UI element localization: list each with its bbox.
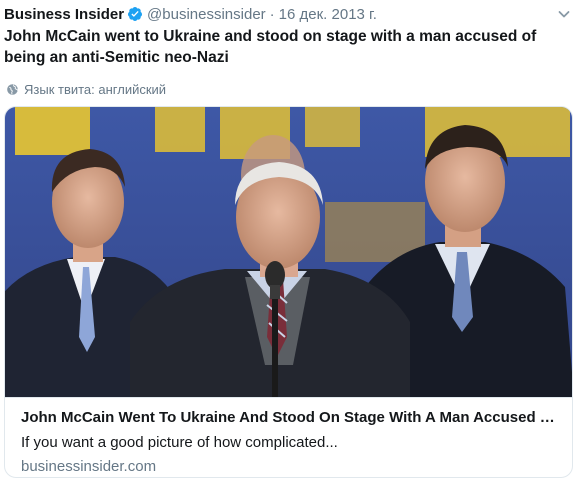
card-title[interactable]: John McCain Went To Ukraine And Stood On… (21, 408, 558, 428)
tweet-header: Business Insider @businessinsider · 16 д… (4, 4, 574, 24)
card-domain[interactable]: businessinsider.com (21, 457, 558, 477)
language-label: Язык твита: английский (24, 81, 167, 97)
card-description: If you want a good picture of how compli… (21, 434, 338, 451)
article-photo[interactable] (5, 107, 573, 397)
card-body[interactable]: John McCain Went To Ukraine And Stood On… (5, 397, 572, 477)
chevron-down-icon[interactable] (556, 6, 572, 22)
verified-badge-icon (128, 7, 143, 21)
tweet-date[interactable]: 16 дек. 2013 г. (279, 6, 377, 23)
author-handle[interactable]: @businessinsider (147, 6, 266, 23)
link-card[interactable]: John McCain Went To Ukraine And Stood On… (4, 106, 573, 478)
author-name[interactable]: Business Insider (4, 6, 124, 23)
header-separator: · (269, 5, 275, 23)
globe-icon (7, 83, 18, 95)
tweet-language-note[interactable]: Язык твита: английский (6, 80, 166, 98)
tweet-text: John McCain went to Ukraine and stood on… (4, 28, 537, 66)
